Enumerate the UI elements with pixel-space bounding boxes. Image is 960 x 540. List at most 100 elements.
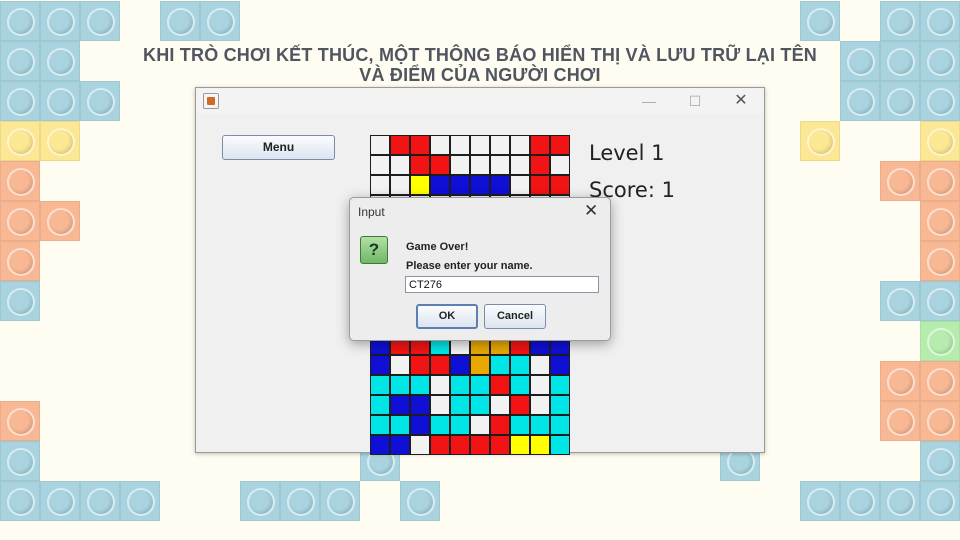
board-cell [550, 135, 570, 155]
lego-brick [840, 81, 880, 121]
lego-brick [40, 1, 80, 41]
lego-stud [7, 48, 35, 76]
lego-stud [47, 8, 75, 36]
board-cell [490, 135, 510, 155]
lego-brick [0, 41, 40, 81]
board-cell [470, 395, 490, 415]
lego-brick [920, 241, 960, 281]
lego-brick [120, 481, 160, 521]
lego-stud [7, 208, 35, 236]
board-cell [530, 155, 550, 175]
board-cell [450, 355, 470, 375]
lego-stud [847, 488, 875, 516]
lego-stud [927, 48, 955, 76]
lego-stud [47, 128, 75, 156]
lego-stud [7, 168, 35, 196]
lego-stud [887, 408, 915, 436]
lego-brick [880, 81, 920, 121]
board-cell [370, 395, 390, 415]
lego-brick [40, 201, 80, 241]
lego-stud [927, 88, 955, 116]
board-cell [430, 375, 450, 395]
lego-brick [0, 81, 40, 121]
board-cell [370, 375, 390, 395]
menu-button[interactable]: Menu [222, 135, 335, 160]
board-cell [530, 375, 550, 395]
board-cell [410, 395, 430, 415]
board-cell [410, 135, 430, 155]
board-cell [450, 435, 470, 455]
lego-brick [920, 1, 960, 41]
lego-stud [887, 88, 915, 116]
lego-stud [7, 488, 35, 516]
board-cell [510, 175, 530, 195]
board-cell [410, 355, 430, 375]
lego-brick [0, 161, 40, 201]
dialog-close-button[interactable]: ✕ [584, 201, 598, 221]
cancel-button[interactable]: Cancel [484, 304, 546, 329]
board-cell [390, 395, 410, 415]
board-cell [510, 375, 530, 395]
lego-stud [887, 8, 915, 36]
game-over-input-dialog: Input ✕ ? Game Over! Please enter your n… [349, 197, 611, 341]
lego-stud [807, 8, 835, 36]
lego-brick [920, 41, 960, 81]
minimize-button[interactable]: — [626, 88, 672, 114]
slide-headline-line1: KHI TRÒ CHƠI KẾT THÚC, MỘT THÔNG BÁO HIỂ… [143, 45, 817, 65]
lego-stud [7, 408, 35, 436]
board-cell [470, 435, 490, 455]
lego-brick [920, 161, 960, 201]
lego-brick [40, 481, 80, 521]
window-titlebar[interactable]: — ☐ ✕ [196, 88, 764, 114]
lego-stud [167, 8, 195, 36]
lego-brick [920, 321, 960, 361]
lego-stud [927, 128, 955, 156]
board-cell [530, 355, 550, 375]
board-cell [390, 155, 410, 175]
lego-stud [327, 488, 355, 516]
board-cell [410, 415, 430, 435]
lego-brick [0, 1, 40, 41]
lego-brick [920, 81, 960, 121]
lego-brick [160, 1, 200, 41]
lego-brick [240, 481, 280, 521]
board-cell [430, 435, 450, 455]
board-cell [390, 355, 410, 375]
board-cell [490, 175, 510, 195]
lego-stud [927, 8, 955, 36]
maximize-button[interactable]: ☐ [672, 88, 718, 114]
lego-brick [800, 481, 840, 521]
lego-brick [880, 1, 920, 41]
lego-stud [7, 128, 35, 156]
lego-stud [887, 168, 915, 196]
lego-stud [7, 88, 35, 116]
board-cell [490, 355, 510, 375]
board-cell [550, 375, 570, 395]
lego-stud [807, 128, 835, 156]
dialog-title: Input [358, 205, 385, 219]
board-cell [470, 375, 490, 395]
lego-brick [880, 481, 920, 521]
window-close-button[interactable]: ✕ [718, 88, 764, 114]
board-cell [470, 155, 490, 175]
board-cell [470, 355, 490, 375]
lego-brick [800, 121, 840, 161]
board-cell [470, 415, 490, 435]
lego-stud [287, 488, 315, 516]
lego-brick [320, 481, 360, 521]
player-name-input[interactable] [405, 276, 599, 293]
lego-stud [87, 8, 115, 36]
lego-brick [920, 281, 960, 321]
lego-stud [927, 368, 955, 396]
board-cell [550, 355, 570, 375]
lego-stud [927, 288, 955, 316]
board-cell [450, 415, 470, 435]
board-cell [530, 415, 550, 435]
lego-stud [247, 488, 275, 516]
lego-stud [47, 208, 75, 236]
board-cell [530, 135, 550, 155]
lego-brick [800, 1, 840, 41]
ok-button[interactable]: OK [416, 304, 478, 329]
lego-brick [0, 441, 40, 481]
board-cell [550, 415, 570, 435]
